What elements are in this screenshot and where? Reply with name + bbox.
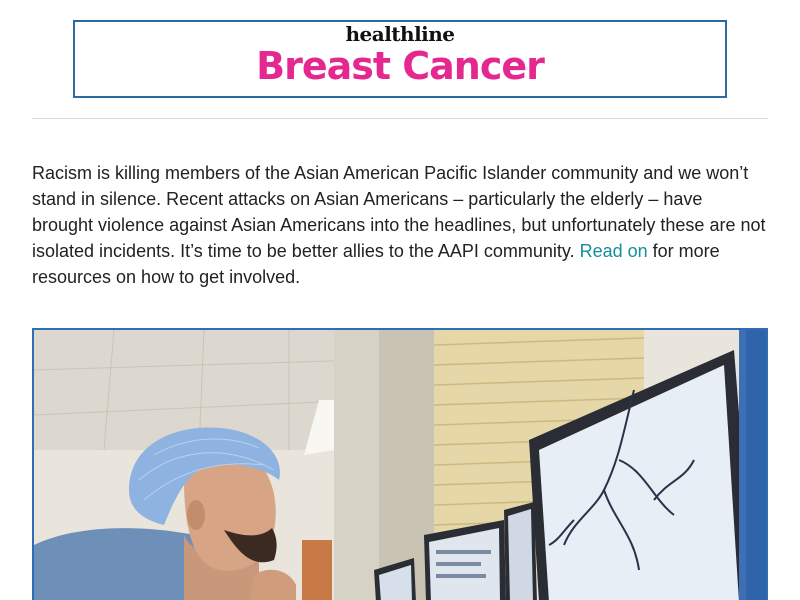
newsletter-header: healthline Breast Cancer	[73, 20, 727, 98]
hero-image[interactable]	[32, 328, 768, 600]
doctor-monitors-illustration	[34, 330, 766, 600]
intro-paragraph: Racism is killing members of the Asian A…	[32, 160, 768, 290]
healthline-logo[interactable]: healthline	[75, 22, 725, 46]
header-divider	[32, 118, 768, 119]
newsletter-title: Breast Cancer	[256, 44, 545, 88]
read-on-link[interactable]: Read on	[580, 241, 648, 261]
